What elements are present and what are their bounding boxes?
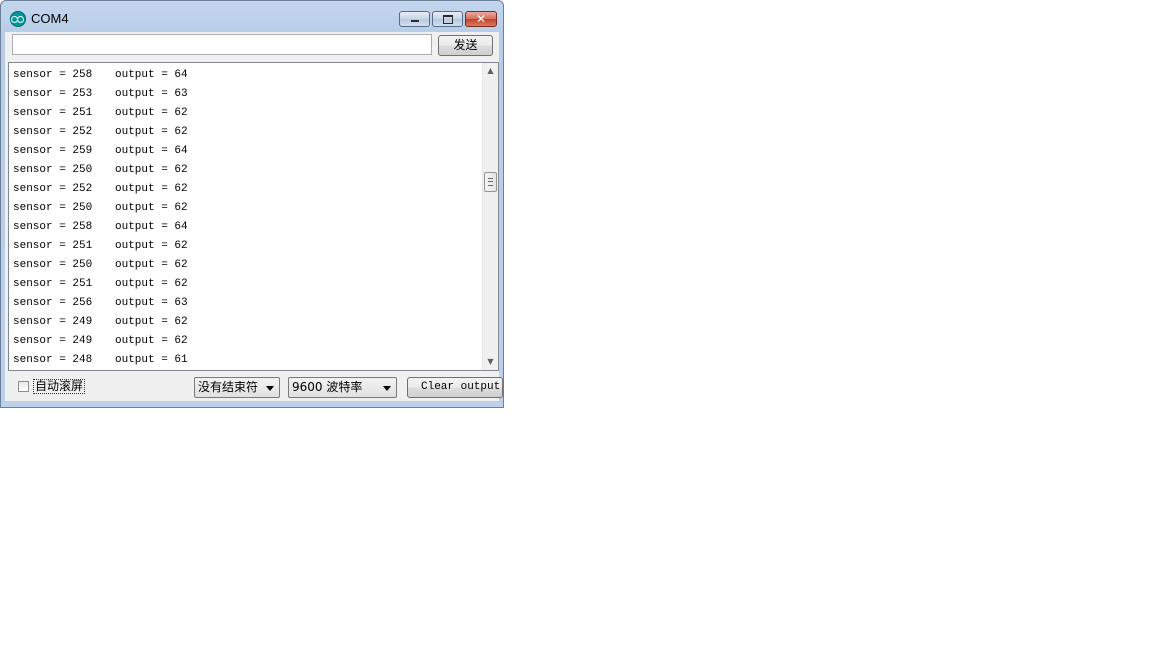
window-title: COM4 xyxy=(31,11,69,26)
serial-monitor-window: COM4 ✕ 发送 sensor = 258 output = 64 sensor … xyxy=(0,0,504,408)
output-value: output = 62 xyxy=(115,183,188,195)
sensor-value: sensor = 250 xyxy=(13,202,93,214)
output-line: sensor = 259 output = 64 xyxy=(13,142,188,161)
output-value: output = 62 xyxy=(115,316,188,328)
output-line: sensor = 249 output = 62 xyxy=(13,332,188,351)
scroll-down-arrow-icon[interactable]: ▼ xyxy=(483,354,498,370)
sensor-value: sensor = 258 xyxy=(13,69,93,81)
output-line: sensor = 252 output = 62 xyxy=(13,123,188,142)
output-line: sensor = 253 output = 63 xyxy=(13,85,188,104)
maximize-icon xyxy=(433,12,462,26)
title-bar[interactable]: COM4 ✕ xyxy=(1,1,503,33)
chevron-down-icon xyxy=(266,386,274,391)
sensor-value: sensor = 251 xyxy=(13,240,93,252)
line-ending-value: 没有结束符 xyxy=(198,380,259,394)
sensor-value: sensor = 249 xyxy=(13,335,93,347)
maximize-button[interactable] xyxy=(432,11,463,27)
output-line: sensor = 258 output = 64 xyxy=(13,66,188,85)
output-line: sensor = 256 output = 63 xyxy=(13,294,188,313)
output-value: output = 62 xyxy=(115,202,188,214)
sensor-value: sensor = 252 xyxy=(13,126,93,138)
sensor-value: sensor = 248 xyxy=(13,354,93,366)
send-button[interactable]: 发送 xyxy=(438,35,493,56)
output-value: output = 62 xyxy=(115,107,188,119)
output-value: output = 62 xyxy=(115,335,188,347)
vertical-scrollbar[interactable]: ▲ ▼ xyxy=(482,63,498,370)
output-line: sensor = 250 output = 62 xyxy=(13,161,188,180)
sensor-value: sensor = 250 xyxy=(13,259,93,271)
output-line: sensor = 249 output = 62 xyxy=(13,313,188,332)
output-value: output = 61 xyxy=(115,354,188,366)
baud-rate-select[interactable]: 9600 波特率 xyxy=(288,377,397,398)
output-lines: sensor = 258 output = 64 sensor = 253 outpu… xyxy=(13,66,188,370)
sensor-value: sensor = 256 xyxy=(13,297,93,309)
output-line: sensor = 252 output = 62 xyxy=(13,180,188,199)
output-line: sensor = 250 output = 62 xyxy=(13,199,188,218)
output-line: sensor = 251 output = 62 xyxy=(13,275,188,294)
output-value: output = 63 xyxy=(115,297,188,309)
output-value: output = 64 xyxy=(115,221,188,233)
sensor-value: sensor = 250 xyxy=(13,164,93,176)
output-value: output = 62 xyxy=(115,126,188,138)
output-line: sensor = 251 output = 62 xyxy=(13,104,188,123)
sensor-value: sensor = 251 xyxy=(13,107,93,119)
scroll-up-arrow-icon[interactable]: ▲ xyxy=(483,63,498,79)
autoscroll-label[interactable]: 自动滚屏 xyxy=(33,379,86,394)
client-area: 发送 sensor = 258 output = 64 sensor = 253 ou… xyxy=(5,32,503,401)
output-value: output = 64 xyxy=(115,145,188,157)
output-value: output = 62 xyxy=(115,240,188,252)
sensor-value: sensor = 252 xyxy=(13,183,93,195)
sensor-value: sensor = 259 xyxy=(13,145,93,157)
output-line: sensor = 251 output = 62 xyxy=(13,237,188,256)
close-button[interactable]: ✕ xyxy=(465,11,497,27)
bottom-toolbar: 自动滚屏 没有结束符 9600 波特率 Clear output xyxy=(5,373,503,401)
sensor-value: sensor = 249 xyxy=(13,316,93,328)
scrollbar-thumb[interactable] xyxy=(484,172,497,192)
output-value: output = 64 xyxy=(115,69,188,81)
sensor-value: sensor = 258 xyxy=(13,221,93,233)
arduino-icon xyxy=(10,11,26,27)
serial-output[interactable]: sensor = 258 output = 64 sensor = 253 outpu… xyxy=(8,62,499,371)
autoscroll-checkbox[interactable] xyxy=(18,381,29,392)
output-line: sensor = 258 output = 64 xyxy=(13,218,188,237)
close-icon: ✕ xyxy=(475,12,487,26)
minimize-button[interactable] xyxy=(399,11,430,27)
output-value: output = 62 xyxy=(115,164,188,176)
output-value: output = 62 xyxy=(115,259,188,271)
output-value: output = 62 xyxy=(115,278,188,290)
output-line: sensor = 250 output = 62 xyxy=(13,256,188,275)
output-value: output = 63 xyxy=(115,88,188,100)
output-line: sensor = 248 output = 61 xyxy=(13,351,188,370)
send-input[interactable] xyxy=(12,34,432,55)
sensor-value: sensor = 251 xyxy=(13,278,93,290)
minimize-icon xyxy=(400,12,429,26)
sensor-value: sensor = 253 xyxy=(13,88,93,100)
chevron-down-icon xyxy=(383,386,391,391)
baud-rate-value: 9600 波特率 xyxy=(292,380,363,394)
line-ending-select[interactable]: 没有结束符 xyxy=(194,377,280,398)
clear-output-button[interactable]: Clear output xyxy=(407,377,503,398)
